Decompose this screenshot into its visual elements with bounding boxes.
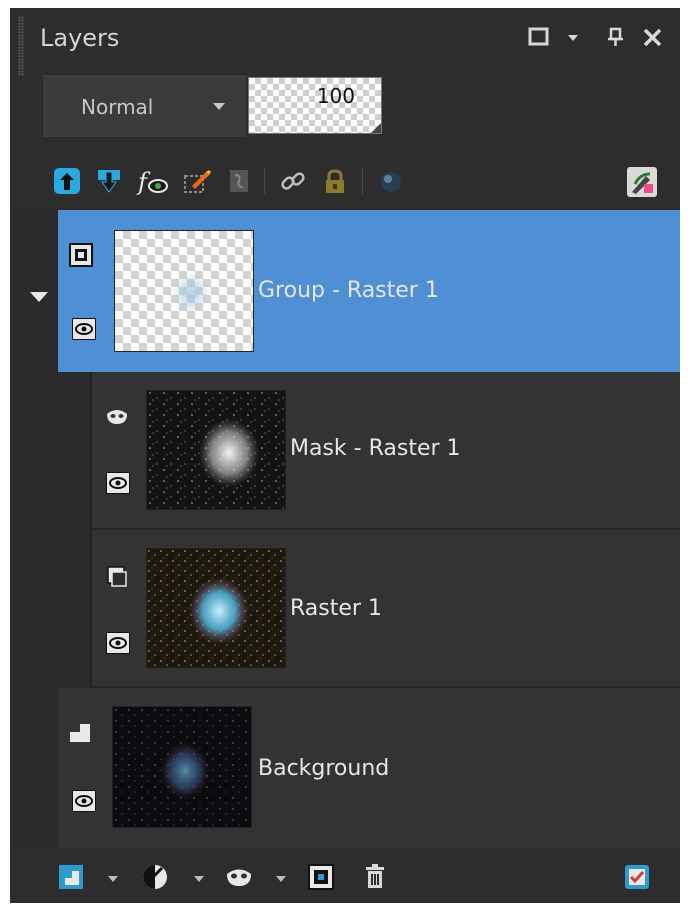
move-layer-up-icon[interactable] bbox=[52, 166, 82, 196]
layer-row-mask[interactable]: Mask - Raster 1 bbox=[92, 372, 688, 530]
visibility-eye-icon[interactable] bbox=[106, 472, 130, 494]
new-mask-layer-icon[interactable] bbox=[224, 862, 254, 892]
expand-group-icon[interactable] bbox=[30, 292, 48, 302]
layer-name: Group - Raster 1 bbox=[258, 278, 439, 303]
layer-thumbnail-background bbox=[112, 706, 252, 828]
layer-thumbnail-mask bbox=[146, 390, 286, 510]
chevron-down-icon[interactable] bbox=[194, 876, 204, 882]
visibility-eye-icon[interactable] bbox=[72, 790, 96, 812]
toolbar-separator bbox=[362, 168, 363, 194]
chevron-down-icon bbox=[213, 103, 225, 110]
layer-name: Background bbox=[258, 756, 390, 781]
pin-icon[interactable] bbox=[606, 26, 626, 54]
layer-row-raster[interactable]: Raster 1 bbox=[92, 530, 688, 688]
edit-selection-icon[interactable] bbox=[182, 166, 212, 196]
opacity-value: 100 bbox=[316, 84, 355, 108]
layer-row-group[interactable]: Group - Raster 1 bbox=[58, 210, 688, 372]
new-group-icon[interactable] bbox=[306, 862, 336, 892]
bottom-toolbar bbox=[10, 848, 688, 911]
lock-icon[interactable] bbox=[320, 166, 350, 196]
panel-title: Layers bbox=[40, 24, 120, 52]
background-layer-icon bbox=[68, 720, 94, 746]
close-icon[interactable] bbox=[642, 26, 664, 54]
visibility-eye-icon[interactable] bbox=[72, 318, 96, 340]
visibility-eye-icon[interactable] bbox=[106, 632, 130, 654]
move-layer-down-icon[interactable] bbox=[94, 166, 124, 196]
layer-properties-icon[interactable] bbox=[626, 166, 657, 197]
svg-text:f: f bbox=[136, 168, 151, 196]
layer-script-icon[interactable] bbox=[224, 166, 254, 196]
new-raster-layer-icon[interactable] bbox=[56, 862, 86, 892]
layer-name: Raster 1 bbox=[290, 596, 382, 621]
dodge-burn-icon[interactable] bbox=[376, 166, 406, 196]
blend-mode-dropdown[interactable]: Normal bbox=[42, 74, 247, 138]
dropdown-arrow-icon[interactable] bbox=[566, 26, 580, 54]
panel-grip[interactable] bbox=[18, 16, 24, 76]
layer-effects-icon[interactable]: f bbox=[136, 166, 168, 196]
opacity-slider-corner bbox=[371, 123, 381, 133]
layer-palette-options-icon[interactable] bbox=[622, 862, 652, 892]
maximize-icon[interactable] bbox=[528, 26, 550, 54]
opacity-field[interactable]: 100 bbox=[248, 77, 382, 134]
layer-thumbnail-raster bbox=[146, 548, 286, 668]
group-layer-icon bbox=[68, 242, 94, 268]
chevron-down-icon[interactable] bbox=[108, 876, 118, 882]
chevron-down-icon[interactable] bbox=[276, 876, 286, 882]
toolbar-separator bbox=[264, 168, 265, 194]
trash-icon[interactable] bbox=[360, 862, 390, 892]
mask-layer-icon bbox=[104, 404, 130, 430]
layer-toolbar: f bbox=[40, 160, 680, 204]
layer-name: Mask - Raster 1 bbox=[290, 436, 461, 461]
layer-row-background[interactable]: Background bbox=[58, 688, 688, 848]
blend-mode-value: Normal bbox=[81, 95, 154, 119]
link-icon[interactable] bbox=[278, 166, 308, 196]
adjustment-layer-icon[interactable] bbox=[140, 862, 170, 892]
raster-layer-icon bbox=[104, 564, 130, 590]
layer-thumbnail-group bbox=[114, 230, 254, 352]
